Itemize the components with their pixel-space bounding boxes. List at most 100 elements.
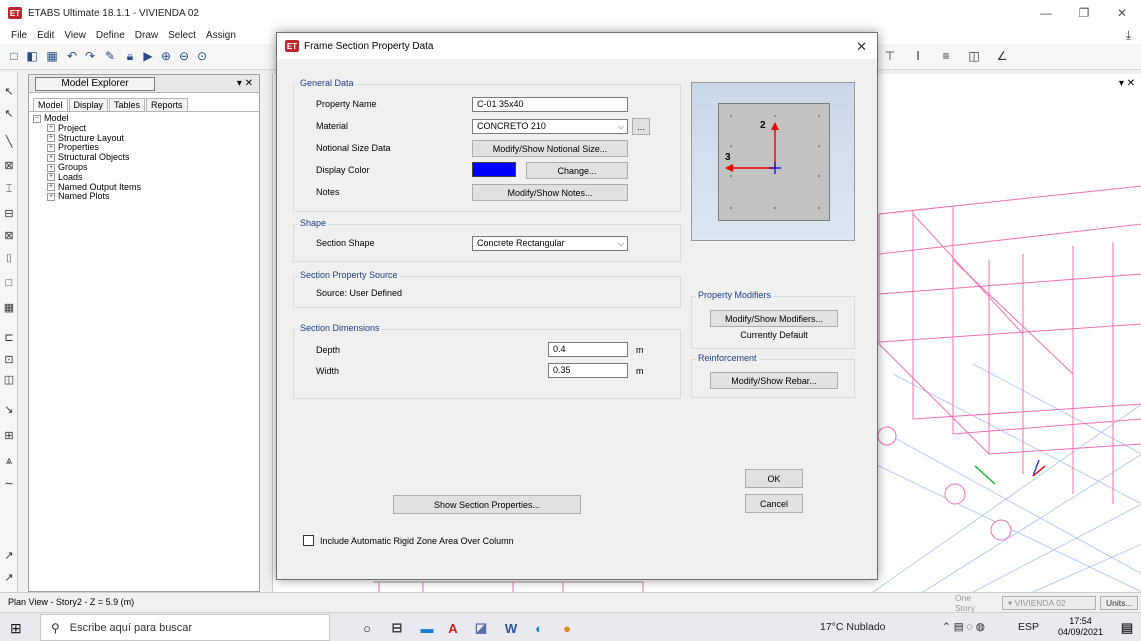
download-icon[interactable]: ⤓	[1126, 28, 1131, 43]
draw-column-icon[interactable]: ⌶	[2, 182, 16, 196]
section-shape-dropdown[interactable]: Concrete Rectangular ⌵	[472, 236, 628, 251]
language-indicator[interactable]: ESP	[1018, 621, 1039, 633]
acrobat-icon[interactable]: A	[444, 619, 462, 637]
draw-links-icon[interactable]: ⊡	[2, 352, 16, 366]
menu-view[interactable]: View	[59, 30, 91, 41]
draw-rect-icon[interactable]: □	[2, 276, 16, 290]
windows-start-icon[interactable]: ⊞	[10, 620, 22, 637]
tab-tables[interactable]: Tables	[109, 98, 146, 111]
pointer-icon[interactable]: ↖	[2, 84, 16, 98]
menu-define[interactable]: Define	[91, 30, 130, 41]
material-browse-button[interactable]: ...	[632, 118, 650, 135]
system-tray-icons[interactable]: ⌃ ▤ ◌ ◍	[942, 621, 985, 633]
quick-draw-icon[interactable]: ⊠	[2, 228, 16, 242]
word-icon[interactable]: W	[502, 619, 520, 637]
display-color-swatch[interactable]	[472, 162, 516, 177]
new-model-icon[interactable]: □	[6, 48, 22, 64]
property-name-field[interactable]: C-01 35x40	[472, 97, 628, 112]
file-explorer-icon[interactable]: ▬	[418, 619, 436, 637]
draw-line-icon[interactable]: ∠	[994, 48, 1010, 64]
units-button[interactable]: Units...	[1100, 596, 1138, 610]
restore-icon[interactable]: ❐	[1065, 0, 1103, 26]
model-selector[interactable]: ▾ VIVIENDA 02	[1002, 596, 1096, 610]
change-color-button[interactable]: Change...	[526, 162, 628, 179]
draw-frame-icon[interactable]: ╲	[2, 134, 16, 148]
reshape-icon[interactable]: ↖	[2, 106, 16, 120]
redo-icon[interactable]: ↷	[82, 48, 98, 64]
etabs-taskbar-icon[interactable]: ◪	[472, 619, 490, 637]
ok-button[interactable]: OK	[745, 469, 803, 488]
open-icon[interactable]: ◧	[24, 48, 40, 64]
draw-tendon-icon[interactable]: ∼	[2, 476, 16, 490]
draw-grid-icon[interactable]: ⊞	[2, 428, 16, 442]
zoom-window-icon[interactable]: ⊙	[194, 48, 210, 64]
save-icon[interactable]: ▦	[44, 48, 60, 64]
expand-icon[interactable]: +	[47, 163, 55, 172]
rigid-zone-checkbox[interactable]	[303, 535, 314, 546]
menu-edit[interactable]: Edit	[32, 30, 59, 41]
expand-icon[interactable]: +	[47, 144, 55, 153]
expand-icon[interactable]: +	[47, 124, 55, 133]
show-section-properties-button[interactable]: Show Section Properties...	[393, 495, 581, 514]
story-selector[interactable]: One Story	[950, 593, 998, 613]
width-field[interactable]: 0.35	[548, 363, 628, 378]
draw-brace-icon[interactable]: ⊠	[2, 158, 16, 172]
notional-size-label: Notional Size Data	[316, 143, 391, 153]
chrome-icon[interactable]: ●	[558, 619, 576, 637]
draw-beam-icon[interactable]: ⊟	[2, 206, 16, 220]
tab-reports[interactable]: Reports	[146, 98, 188, 111]
panel-pin-close-icon[interactable]: ▾ ✕	[237, 78, 253, 89]
draw-section-cut-icon[interactable]: ⩓	[2, 454, 16, 468]
undo-icon[interactable]: ↶	[64, 48, 80, 64]
menu-draw[interactable]: Draw	[130, 30, 163, 41]
notes-button[interactable]: Modify/Show Notes...	[472, 184, 628, 201]
rebar-layout	[725, 115, 820, 209]
modify-rebar-button[interactable]: Modify/Show Rebar...	[710, 372, 838, 389]
tab-model[interactable]: Model	[33, 98, 68, 111]
run-icon[interactable]: ▶	[140, 48, 156, 64]
cancel-button[interactable]: Cancel	[745, 494, 803, 513]
material-dropdown[interactable]: CONCRETO 210 ⌵	[472, 119, 628, 134]
lock-icon[interactable]: 🔒︎	[122, 48, 138, 64]
select-all-icon[interactable]: ↗	[2, 548, 16, 562]
edge-icon[interactable]: ◐	[530, 619, 548, 637]
task-view-icon[interactable]: ⊟	[388, 619, 406, 637]
expand-icon[interactable]: +	[47, 153, 55, 162]
draw-opening-icon[interactable]: ⊏	[2, 330, 16, 344]
expand-icon[interactable]: +	[47, 193, 55, 201]
section-filter-icon[interactable]: ⊤	[882, 48, 898, 64]
previous-selection-icon[interactable]: ↗	[2, 570, 16, 584]
close-icon[interactable]: ✕	[1103, 0, 1141, 26]
notional-size-button[interactable]: Modify/Show Notional Size...	[472, 140, 628, 157]
expand-icon[interactable]: +	[47, 134, 55, 143]
tab-display[interactable]: Display	[68, 98, 109, 111]
draw-floor-icon[interactable]: ⌷	[2, 252, 16, 266]
view-pin-close-icon[interactable]: ▾ ✕	[1119, 78, 1135, 89]
minimize-icon[interactable]: —	[1027, 0, 1065, 26]
draw-point-icon[interactable]: ◫	[2, 372, 16, 386]
menu-file[interactable]: File	[6, 30, 32, 41]
draw-wall-icon[interactable]: ▦	[2, 300, 16, 314]
slab-icon[interactable]: ◫	[966, 48, 982, 64]
notifications-icon[interactable]: ▤	[1118, 619, 1136, 637]
zoom-out-icon[interactable]: ⊖	[176, 48, 192, 64]
tree-item-named-plots[interactable]: + Named Plots	[33, 191, 255, 202]
expand-icon[interactable]: +	[47, 173, 55, 182]
weather-widget[interactable]: 17°C Nublado	[820, 621, 886, 633]
taskbar-search[interactable]: ⚲ Escribe aquí para buscar	[40, 614, 330, 641]
menu-assign[interactable]: Assign	[201, 30, 241, 41]
menu-select[interactable]: Select	[163, 30, 201, 41]
wall-icon[interactable]: ≡	[938, 48, 954, 64]
modify-modifiers-button[interactable]: Modify/Show Modifiers...	[710, 310, 838, 327]
clock[interactable]: 17:54 04/09/2021	[1058, 616, 1103, 638]
depth-field[interactable]: 0.4	[548, 342, 628, 357]
property-modifiers-label: Property Modifiers	[696, 290, 774, 300]
pencil-icon[interactable]: ✎	[102, 48, 118, 64]
draw-dimension-icon[interactable]: ↘	[2, 402, 16, 416]
beam-icon[interactable]: Ⅰ	[910, 48, 926, 64]
close-icon[interactable]: ✕	[856, 39, 867, 55]
cortana-icon[interactable]: ○	[358, 619, 376, 637]
zoom-in-icon[interactable]: ⊕	[158, 48, 174, 64]
collapse-icon[interactable]: −	[33, 114, 41, 123]
expand-icon[interactable]: +	[47, 183, 55, 192]
